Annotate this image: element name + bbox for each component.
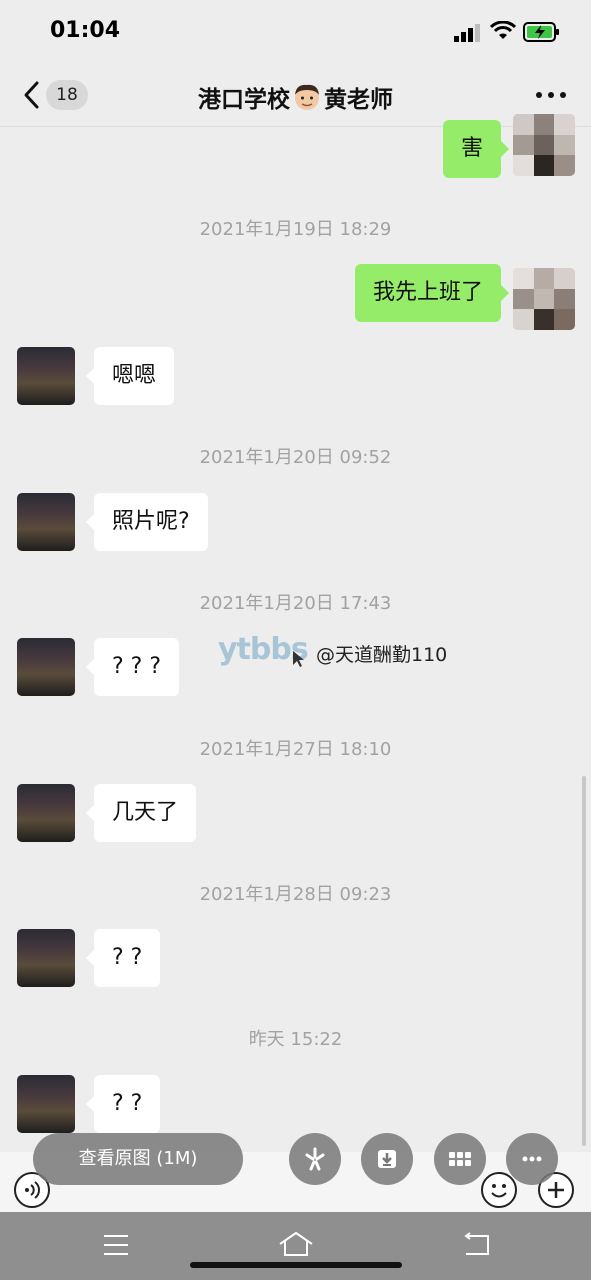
more-circle-icon[interactable] [506,1133,558,1185]
timestamp: 2021年1月27日 18:10 [199,739,392,760]
back-icon[interactable] [460,1232,492,1258]
home-icon[interactable] [277,1230,315,1258]
message-bubble-incoming[interactable]: ? ? [85,1075,161,1133]
message-bubble-incoming[interactable]: ? ? [85,929,161,987]
signal-icon [454,24,480,42]
more-dots-icon[interactable] [533,88,569,102]
cursor-icon [293,651,304,667]
chat-title-teacher: 黄老师 [324,87,393,113]
grid-icon[interactable] [434,1133,486,1185]
edit-sparkle-icon[interactable] [289,1133,341,1185]
message-bubble-outgoing[interactable]: 我先上班了 [354,264,510,322]
wifi-icon [490,21,516,39]
my-avatar[interactable] [513,268,575,330]
scrollbar[interactable] [582,776,586,1146]
watermark-handle: @天道酬勤110 [316,644,448,666]
timestamp: 2021年1月19日 18:29 [199,219,392,240]
emoji-icon[interactable] [481,1172,517,1208]
contact-avatar[interactable] [17,347,75,405]
timestamp: 昨天 15:22 [248,1029,343,1050]
download-icon[interactable] [361,1133,413,1185]
message-bubble-incoming[interactable]: 照片呢? [86,493,208,551]
timestamp: 2021年1月28日 09:23 [199,884,392,905]
contact-avatar[interactable] [17,493,75,551]
message-bubble-incoming[interactable]: 嗯嗯 [85,347,175,405]
timestamp: 2021年1月20日 09:52 [199,447,392,468]
chat-title-school: 港口学校 [198,87,290,113]
message-bubble-incoming[interactable]: ? ? ? [85,638,180,696]
menu-icon[interactable] [102,1233,130,1257]
status-time: 01:04 [50,18,121,43]
contact-avatar[interactable] [17,784,75,842]
chat-title: 港口学校 黄老师 [0,80,591,114]
contact-avatar[interactable] [17,638,75,696]
message-bubble-outgoing[interactable]: 害 [442,120,510,178]
man-face-emoji-icon [295,84,319,110]
timestamp: 2021年1月20日 17:43 [199,593,392,614]
view-original-button[interactable]: 查看原图 (1M) [33,1133,243,1185]
contact-avatar[interactable] [17,1075,75,1133]
home-indicator[interactable] [190,1262,402,1268]
my-avatar[interactable] [513,114,575,176]
contact-avatar[interactable] [17,929,75,987]
header-divider [0,126,591,127]
message-bubble-incoming[interactable]: 几天了 [85,784,197,842]
battery-charging-icon [523,22,559,42]
